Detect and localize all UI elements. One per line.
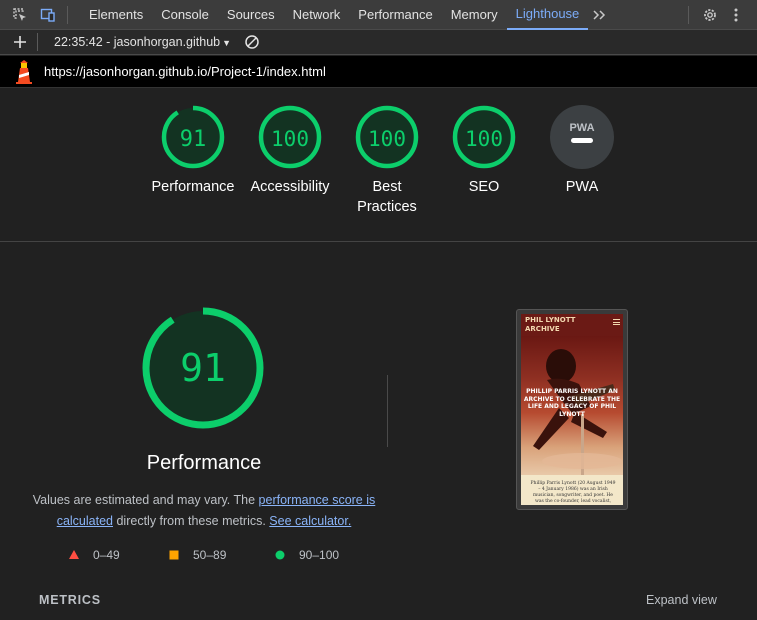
performance-score-gauge: 91 bbox=[141, 306, 265, 430]
gauge-seo-ring: 100 bbox=[452, 105, 516, 169]
tab-network[interactable]: Network bbox=[284, 0, 350, 30]
toolbar-divider bbox=[37, 33, 38, 51]
gauge-best-practices-ring: 100 bbox=[355, 105, 419, 169]
gauge-seo-score: 100 bbox=[465, 127, 503, 151]
tab-console[interactable]: Console bbox=[152, 0, 218, 30]
tab-memory[interactable]: Memory bbox=[442, 0, 507, 30]
legend-fail: 0–49 bbox=[68, 548, 120, 562]
report-url[interactable]: https://jasonhorgan.github.io/Project-1/… bbox=[44, 64, 326, 79]
gauge-pwa[interactable]: PWA PWA bbox=[532, 105, 632, 197]
gauge-performance-ring: 91 bbox=[161, 105, 225, 169]
report-select[interactable]: 22:35:42 - jasonhorgan.github ▼ bbox=[54, 35, 231, 49]
gauge-accessibility-label: Accessibility bbox=[250, 179, 330, 195]
dropdown-caret-icon: ▼ bbox=[222, 38, 232, 48]
tab-divider bbox=[688, 5, 690, 24]
gauge-performance[interactable]: 91 Performance bbox=[143, 105, 243, 197]
tab-lighthouse[interactable]: Lighthouse bbox=[506, 0, 589, 30]
tab-elements[interactable]: Elements bbox=[80, 0, 152, 30]
screenshot-header: PHIL LYNOTT ARCHIVE bbox=[521, 314, 623, 336]
gauge-performance-label: Performance bbox=[151, 179, 235, 195]
expand-view-toggle[interactable]: Expand view bbox=[646, 593, 717, 607]
gauge-performance-score: 91 bbox=[180, 127, 207, 152]
gauge-pwa-label: PWA bbox=[565, 179, 599, 195]
gauge-best-practices[interactable]: 100 Best Practices bbox=[337, 105, 437, 217]
report-select-label: 22:35:42 - jasonhorgan.github bbox=[54, 35, 221, 49]
metrics-heading: METRICS bbox=[39, 593, 101, 607]
desc-prefix: Values are estimated and may vary. The bbox=[32, 493, 259, 507]
more-tabs-chevron-icon[interactable] bbox=[590, 6, 608, 24]
pwa-dash bbox=[571, 138, 593, 143]
devtools-tab-bar: Elements Console Sources Network Perform… bbox=[0, 0, 757, 30]
more-options-icon[interactable] bbox=[727, 6, 745, 24]
legend-pass-label: 90–100 bbox=[299, 548, 340, 562]
report-url-bar: https://jasonhorgan.github.io/Project-1/… bbox=[0, 56, 757, 88]
legend-pass: 90–100 bbox=[274, 548, 339, 562]
screenshot-site-title: PHIL LYNOTT ARCHIVE bbox=[525, 316, 576, 333]
red-triangle-icon bbox=[69, 550, 79, 559]
settings-gear-icon[interactable] bbox=[701, 6, 719, 24]
gauge-seo[interactable]: 100 SEO bbox=[434, 105, 534, 197]
performance-title: Performance bbox=[146, 452, 262, 474]
green-circle-icon bbox=[275, 550, 285, 560]
pwa-badge-text: PWA bbox=[569, 122, 594, 134]
hamburger-menu-icon bbox=[613, 319, 620, 325]
gauge-accessibility-ring: 100 bbox=[258, 105, 322, 169]
clear-all-icon[interactable] bbox=[243, 33, 261, 51]
see-calculator-link[interactable]: See calculator. bbox=[269, 514, 351, 528]
lighthouse-toolbar: 22:35:42 - jasonhorgan.github ▼ bbox=[0, 30, 757, 55]
category-gauges: 91 Performance 100 Accessibility 100 Bes… bbox=[0, 88, 757, 242]
screenshot-body-text: Phillip Parris Lynott (20 August 1949 – … bbox=[530, 481, 616, 504]
lighthouse-logo-icon bbox=[14, 59, 34, 84]
orange-square-icon bbox=[169, 550, 179, 560]
gauge-accessibility-score: 100 bbox=[271, 127, 309, 151]
tab-divider bbox=[67, 5, 68, 24]
section-divider bbox=[387, 375, 388, 447]
inspect-element-icon[interactable] bbox=[11, 6, 29, 24]
legend-average: 50–89 bbox=[168, 548, 226, 562]
final-screenshot[interactable]: PHIL LYNOTT ARCHIVE PHILLIP PARRIS LYNOT… bbox=[516, 309, 628, 510]
screenshot-hero-image: PHILLIP PARRIS LYNOTT AN ARCHIVE TO CELE… bbox=[521, 336, 623, 475]
gauge-best-practices-label: Best Practices bbox=[357, 179, 417, 215]
legend-fail-label: 0–49 bbox=[93, 548, 120, 562]
tab-sources[interactable]: Sources bbox=[218, 0, 284, 30]
performance-description: Values are estimated and may vary. The p… bbox=[30, 490, 378, 532]
desc-mid: directly from these metrics. bbox=[113, 514, 270, 528]
gauge-seo-label: SEO bbox=[468, 179, 500, 195]
performance-score-value: 91 bbox=[180, 346, 226, 390]
gauge-best-practices-score: 100 bbox=[368, 127, 406, 151]
screenshot-body: Phillip Parris Lynott (20 August 1949 – … bbox=[521, 475, 623, 505]
tab-performance[interactable]: Performance bbox=[349, 0, 441, 30]
gauge-accessibility[interactable]: 100 Accessibility bbox=[240, 105, 340, 197]
legend-average-label: 50–89 bbox=[193, 548, 227, 562]
screenshot-page: PHIL LYNOTT ARCHIVE PHILLIP PARRIS LYNOT… bbox=[521, 314, 623, 505]
pwa-badge-icon: PWA bbox=[550, 105, 614, 169]
new-report-plus-icon[interactable] bbox=[11, 33, 29, 51]
screenshot-hero-text: PHILLIP PARRIS LYNOTT AN ARCHIVE TO CELE… bbox=[523, 388, 621, 418]
device-toolbar-icon[interactable] bbox=[39, 6, 57, 24]
